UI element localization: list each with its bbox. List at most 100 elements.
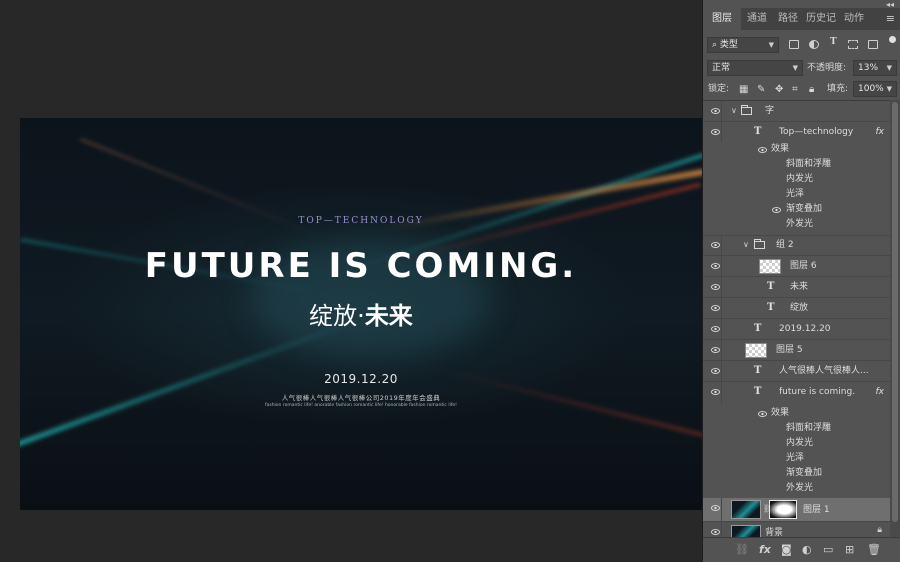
visibility-eye-icon[interactable] [709, 235, 722, 255]
new-adjustment-layer-icon[interactable]: ◐ [802, 543, 812, 557]
add-mask-icon[interactable]: ◙ [781, 543, 792, 557]
effect-item[interactable]: 内发光 [703, 172, 890, 187]
layers-list: ∨ 字 T Top—technology fx 效果 斜面和浮雕 内发光 光泽 … [703, 100, 900, 538]
panel-tabs: 图层 通道 路径 历史记 动作 [703, 8, 900, 30]
effects-list: 效果 斜面和浮雕 内发光 光泽 渐变叠加 外发光 [703, 142, 890, 236]
poster-title: FUTURE IS COMING. [144, 246, 578, 286]
chevron-down-icon[interactable]: ∨ [743, 235, 749, 255]
lock-transparent-icon[interactable]: ▦ [739, 84, 748, 95]
smart-object-filter-icon[interactable] [868, 40, 878, 49]
visibility-eye-icon[interactable] [709, 101, 722, 121]
layer-thumbnail [745, 343, 767, 358]
layer-row-layer-6[interactable]: 图层 6 [703, 256, 890, 277]
filter-toggle-icon[interactable] [889, 36, 896, 43]
effect-name: 斜面和浮雕 [786, 423, 832, 433]
new-layer-icon[interactable]: ⊞ [845, 543, 854, 557]
layer-row-renqi[interactable]: T 人气很棒人气很棒人... [703, 361, 890, 382]
blend-mode-select[interactable]: 正常 ▼ [707, 60, 803, 76]
fill-input[interactable]: 100% ▼ [853, 81, 897, 97]
layer-mask-thumbnail[interactable] [769, 500, 797, 519]
layer-row-weilai[interactable]: T 未来 [703, 277, 890, 298]
search-icon: ⌕ [712, 40, 720, 50]
effect-item[interactable]: 内发光 [703, 436, 890, 451]
document-canvas[interactable]: TOP—TECHNOLOGY FUTURE IS COMING. 绽放·未来 2… [20, 118, 702, 510]
folder-icon [754, 239, 765, 249]
visibility-eye-icon[interactable] [772, 206, 781, 216]
visibility-eye-icon[interactable] [709, 498, 722, 522]
tab-layers[interactable]: 图层 [703, 8, 741, 30]
visibility-eye-icon[interactable] [709, 361, 722, 381]
lock-position-move-icon[interactable]: ✥ [775, 84, 783, 95]
visibility-eye-icon[interactable] [709, 522, 722, 538]
new-group-folder-icon[interactable]: ▭ [823, 543, 833, 557]
layer-row-layer-1[interactable]: ⛓︎ 图层 1 [703, 498, 890, 522]
effects-header[interactable]: 效果 [703, 142, 890, 157]
adjustment-filter-icon[interactable] [809, 40, 819, 49]
lock-icon: 🔒︎ [877, 525, 882, 535]
text-layer-icon: T [767, 302, 775, 313]
effect-item[interactable]: 外发光 [703, 217, 890, 232]
filter-kind-select[interactable]: ⌕ 类型 ▼ [707, 37, 779, 53]
type-filter-icon[interactable]: T [830, 34, 837, 50]
layer-row-zhanfang[interactable]: T 绽放 [703, 298, 890, 319]
pixel-filter-icon[interactable] [789, 40, 799, 49]
delete-layer-trash-icon[interactable]: 🗑︎ [867, 543, 881, 557]
effects-label: 效果 [771, 144, 790, 154]
layer-name: 图层 1 [803, 505, 830, 515]
tab-paths[interactable]: 路径 [773, 8, 803, 30]
effect-item[interactable]: 斜面和浮雕 [703, 157, 890, 172]
effect-name: 光泽 [786, 189, 805, 199]
layer-thumbnail [759, 259, 781, 274]
lock-image-brush-icon[interactable]: ✎ [757, 84, 765, 95]
layers-scrollbar[interactable] [890, 100, 900, 537]
visibility-eye-icon[interactable] [709, 277, 722, 297]
visibility-eye-icon[interactable] [709, 298, 722, 318]
layer-name: 绽放 [790, 303, 809, 313]
opacity-input[interactable]: 13% ▼ [853, 60, 897, 76]
shape-filter-icon[interactable] [848, 40, 858, 49]
chevron-down-icon: ▼ [886, 64, 892, 72]
tab-channels[interactable]: 通道 [741, 8, 773, 30]
effect-item[interactable]: 渐变叠加 [703, 466, 890, 481]
panel-menu-icon[interactable]: ≡ [886, 8, 895, 30]
scrollbar-thumb[interactable] [892, 102, 898, 522]
visibility-eye-icon[interactable] [709, 382, 722, 404]
effects-header[interactable]: 效果 [703, 406, 890, 421]
chevron-down-icon[interactable]: ∨ [731, 101, 737, 121]
visibility-eye-icon[interactable] [758, 146, 767, 156]
layer-row-future[interactable]: T future is coming. fx [703, 382, 890, 404]
lock-artboard-icon[interactable]: ⌗ [792, 84, 798, 95]
text-layer-icon: T [754, 365, 762, 376]
effect-item[interactable]: 渐变叠加 [703, 202, 890, 217]
layer-row-date[interactable]: T 2019.12.20 [703, 319, 890, 340]
visibility-eye-icon[interactable] [758, 410, 767, 420]
layer-row-group-zi[interactable]: ∨ 字 [703, 101, 890, 122]
visibility-eye-icon[interactable] [709, 256, 722, 276]
lock-all-icon[interactable]: 🔒︎ [809, 84, 814, 95]
effects-label: 效果 [771, 408, 790, 418]
effect-name: 外发光 [786, 483, 814, 493]
tab-history[interactable]: 历史记 [803, 8, 839, 30]
effect-item[interactable]: 光泽 [703, 187, 890, 202]
effect-item[interactable]: 斜面和浮雕 [703, 421, 890, 436]
layer-row-top-technology[interactable]: T Top—technology fx [703, 122, 890, 142]
poster-cn-part1: 绽放· [309, 302, 365, 330]
document-workspace[interactable]: TOP—TECHNOLOGY FUTURE IS COMING. 绽放·未来 2… [0, 0, 702, 561]
visibility-eye-icon[interactable] [709, 122, 722, 142]
link-layers-icon[interactable]: ⛓︎ [735, 543, 749, 557]
visibility-eye-icon[interactable] [709, 319, 722, 339]
fx-badge[interactable]: fx [876, 382, 885, 402]
layer-row-layer-5[interactable]: 图层 5 [703, 340, 890, 361]
layer-name: Top—technology [779, 127, 854, 137]
chevron-down-icon: ▼ [886, 85, 892, 93]
effect-name: 内发光 [786, 438, 814, 448]
layer-row-group-2[interactable]: ∨ 组 2 [703, 235, 890, 256]
effect-item[interactable]: 外发光 [703, 481, 890, 496]
layer-row-background[interactable]: 背景 🔒︎ [703, 522, 890, 538]
add-layer-style-icon[interactable]: fx [759, 543, 771, 557]
visibility-eye-icon[interactable] [709, 340, 722, 360]
fx-badge[interactable]: fx [876, 122, 885, 142]
effect-item[interactable]: 光泽 [703, 451, 890, 466]
tab-actions[interactable]: 动作 [839, 8, 869, 30]
layer-name: 人气很棒人气很棒人... [779, 366, 869, 376]
